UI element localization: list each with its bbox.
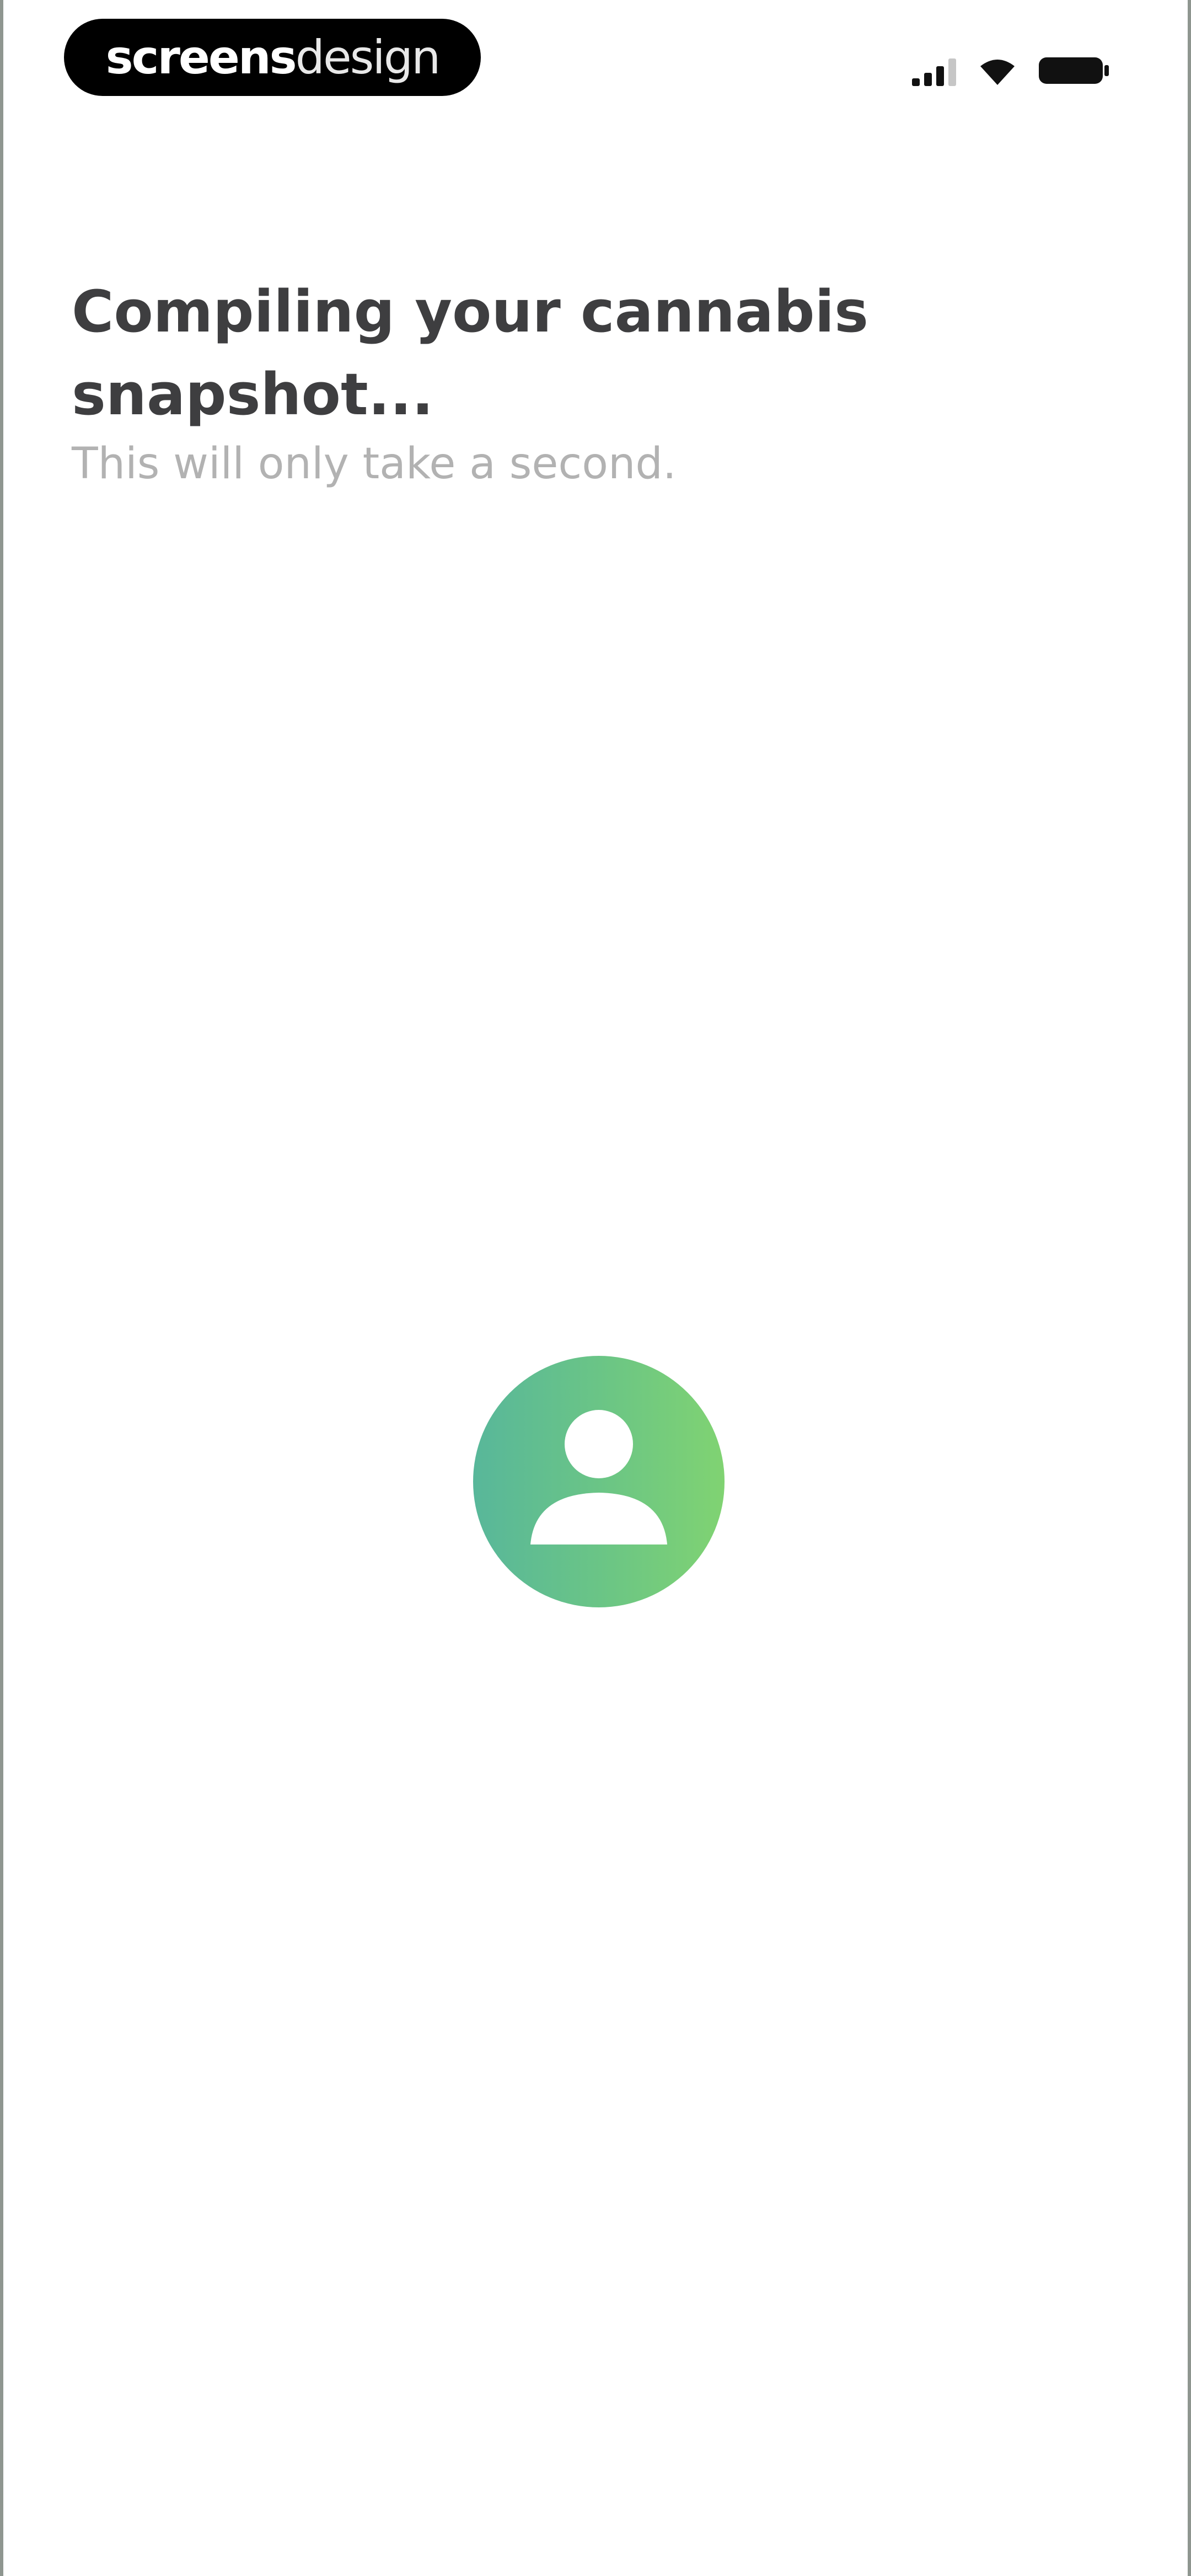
brand-logo: screens design [64,19,481,96]
loading-heading: Compiling your cannabis snapshot... This… [72,270,1119,494]
page-subtitle: This will only take a second. [72,439,677,489]
brand-logo-part2: design [295,30,441,84]
user-icon [530,1410,667,1544]
status-icons [912,53,1110,86]
wifi-icon [978,56,1017,86]
loading-screen: screens design Compiling your cannabis s… [0,0,1191,2576]
battery-icon [1039,55,1110,86]
brand-logo-part1: screens [105,30,297,84]
page-title: Compiling your cannabis snapshot... [72,278,869,428]
avatar [473,1356,725,1607]
status-bar: screens design [3,0,1188,116]
signal-icon [912,56,956,86]
